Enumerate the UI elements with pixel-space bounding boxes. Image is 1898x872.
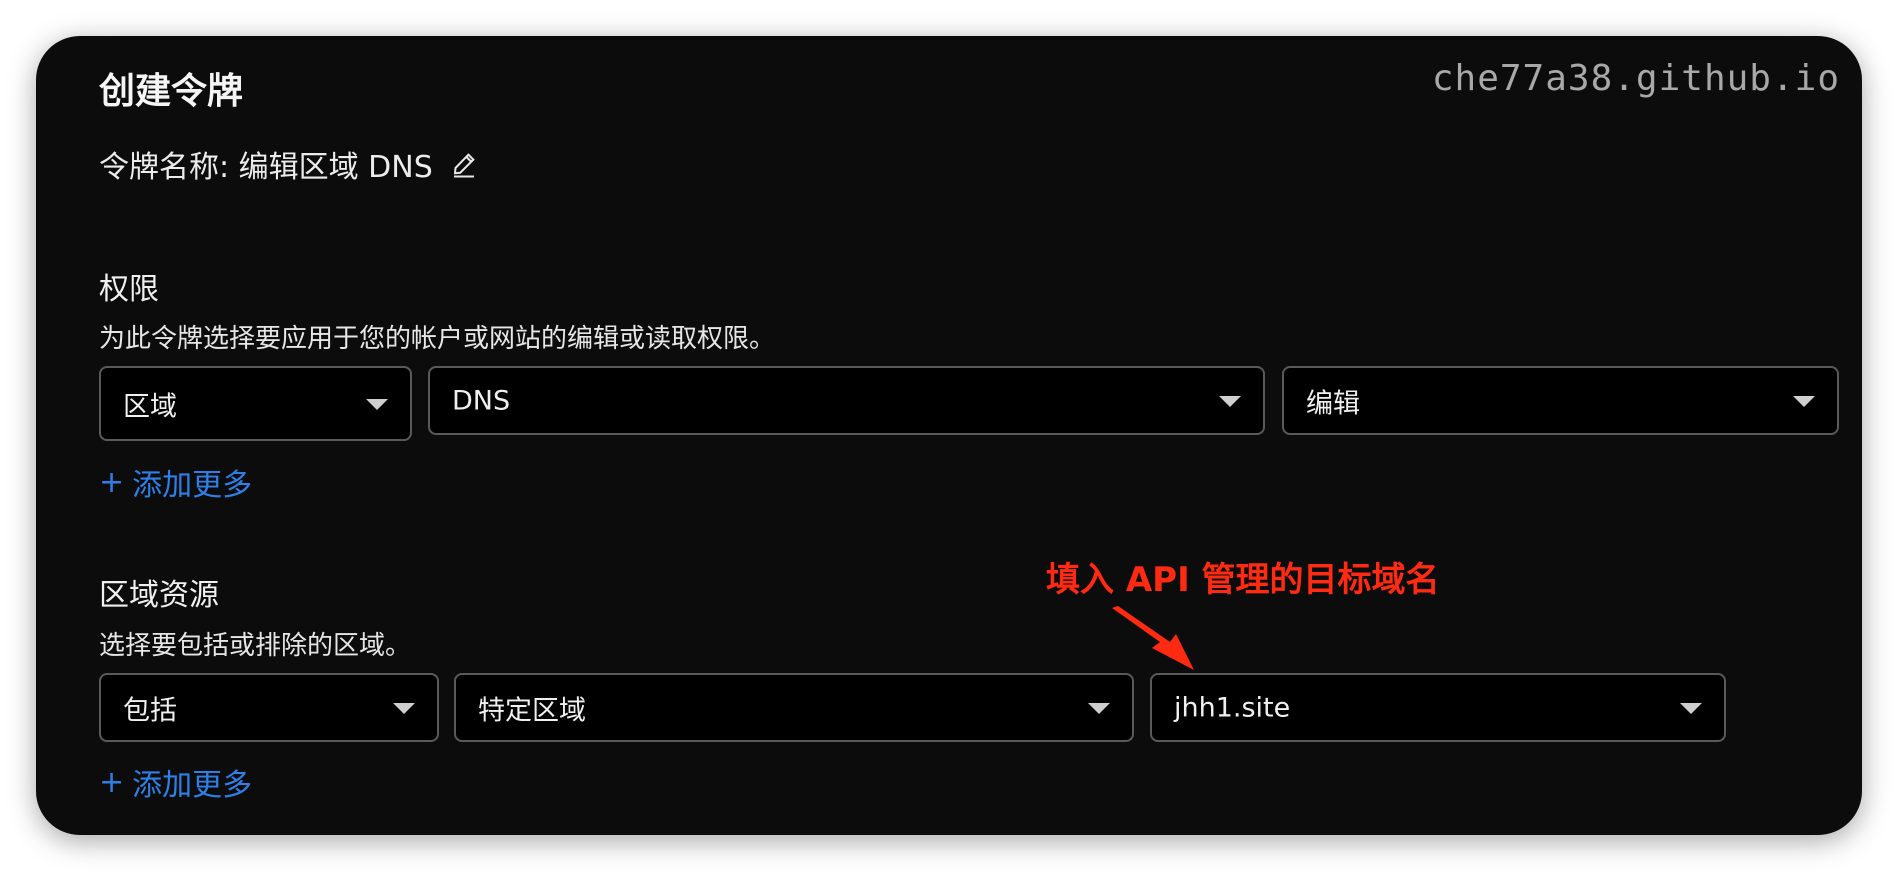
- select-value: 编辑: [1306, 388, 1360, 419]
- caret-down-icon: [1793, 395, 1815, 407]
- zone-resources-title: 区域资源: [99, 578, 219, 613]
- caret-down-icon: [393, 702, 415, 714]
- select-value: 区域: [123, 391, 177, 422]
- add-more-label: 添加更多: [132, 768, 253, 803]
- caret-down-icon: [366, 398, 388, 410]
- select-value: 包括: [123, 695, 177, 726]
- add-more-zones-link[interactable]: + 添加更多: [99, 760, 252, 804]
- permissions-description: 为此令牌选择要应用于您的帐户或网站的编辑或读取权限。: [99, 324, 776, 354]
- zone-resources-description: 选择要包括或排除的区域。: [99, 631, 412, 661]
- select-value: DNS: [452, 385, 511, 416]
- token-name-row: 令牌名称: 编辑区域 DNS: [99, 142, 479, 186]
- permission-scope-select[interactable]: DNS: [428, 366, 1265, 435]
- zone-type-select[interactable]: 特定区域: [454, 673, 1134, 742]
- add-more-label: 添加更多: [132, 468, 253, 503]
- watermark: che77a38.github.io: [1431, 58, 1840, 99]
- permission-level-select[interactable]: 编辑: [1282, 366, 1839, 435]
- page-title: 创建令牌: [99, 71, 244, 112]
- permissions-title: 权限: [99, 272, 159, 307]
- caret-down-icon: [1680, 702, 1702, 714]
- caret-down-icon: [1219, 395, 1241, 407]
- pencil-icon[interactable]: [449, 149, 479, 179]
- annotation-arrow-icon: [1112, 606, 1194, 670]
- zone-include-select[interactable]: 包括: [99, 673, 439, 742]
- plus-icon: +: [99, 764, 125, 800]
- zone-domain-select[interactable]: jhh1.site: [1150, 673, 1726, 742]
- caret-down-icon: [1088, 702, 1110, 714]
- permission-resource-select[interactable]: 区域: [99, 366, 412, 441]
- create-token-panel: che77a38.github.io 创建令牌 令牌名称: 编辑区域 DNS 权…: [36, 36, 1862, 835]
- token-name-label: 令牌名称: 编辑区域 DNS: [99, 150, 433, 185]
- annotation-text: 填入 API 管理的目标域名: [1046, 560, 1440, 600]
- add-more-permissions-link[interactable]: + 添加更多: [99, 460, 252, 504]
- select-value: jhh1.site: [1174, 692, 1291, 723]
- plus-icon: +: [99, 464, 125, 500]
- select-value: 特定区域: [478, 695, 586, 726]
